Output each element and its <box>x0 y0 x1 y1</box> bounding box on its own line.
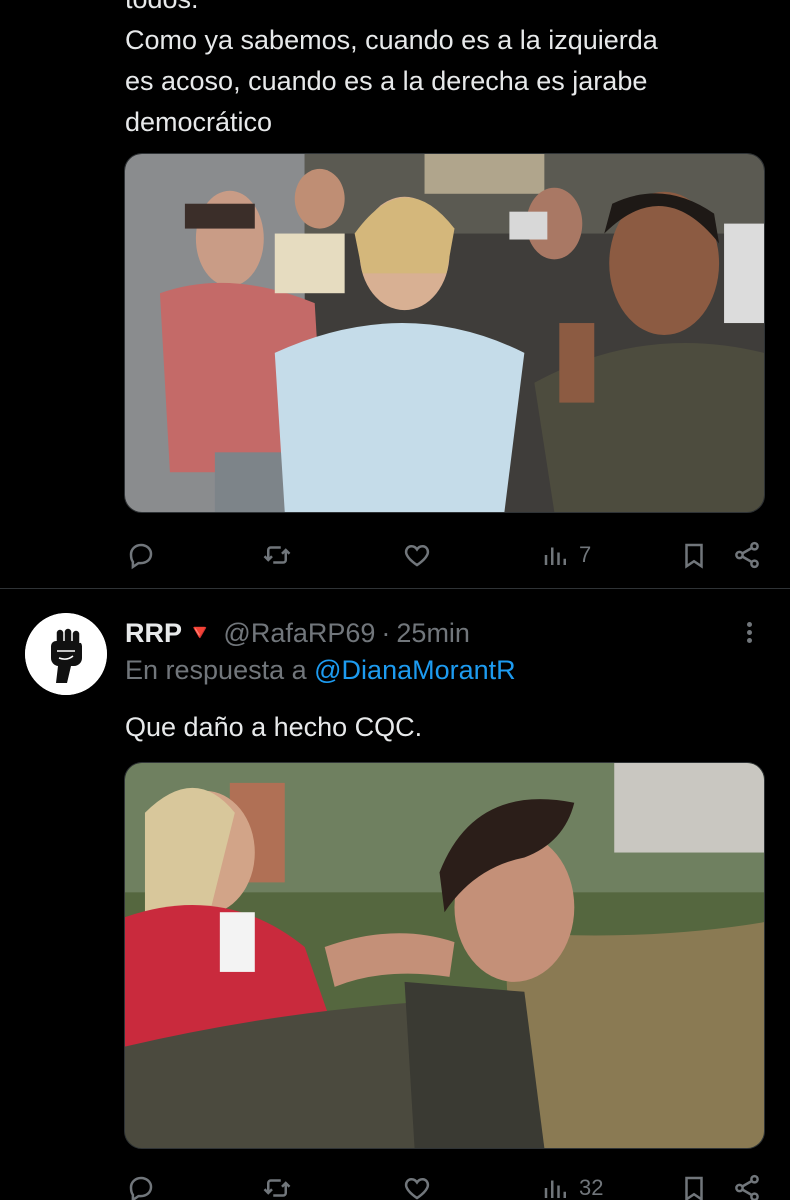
tweet-photo[interactable] <box>124 153 765 513</box>
more-button[interactable] <box>742 619 756 647</box>
avatar[interactable] <box>25 613 107 695</box>
tweet-text: todos. Como ya sabemos, cuando es a la i… <box>125 0 658 137</box>
action-bar: 32 <box>124 1170 764 1200</box>
share-icon <box>735 1174 759 1200</box>
reply-button[interactable] <box>126 537 156 573</box>
tweet-1[interactable]: todos. Como ya sabemos, cuando es a la i… <box>0 0 790 588</box>
like-button[interactable] <box>402 537 432 573</box>
tweet-2[interactable]: RRP 🔻 @RafaRP69 · 25min En respuesta a @… <box>0 589 790 1200</box>
share-icon <box>735 541 759 569</box>
views-count: 32 <box>579 1175 604 1200</box>
like-icon <box>404 544 430 567</box>
views-count: 7 <box>579 542 592 567</box>
reply-context: En respuesta a @DianaMorantR <box>125 655 516 686</box>
views-button[interactable]: 32 <box>541 1170 603 1200</box>
retweet-button[interactable] <box>262 537 292 573</box>
action-bar: 7 <box>124 537 764 573</box>
photo-image <box>125 763 764 1148</box>
more-icon <box>746 622 752 627</box>
like-icon <box>404 1177 430 1200</box>
raised-fist-icon <box>25 613 107 695</box>
reply-icon <box>129 543 153 570</box>
share-button[interactable] <box>732 1170 762 1200</box>
display-name[interactable]: RRP <box>125 618 182 649</box>
reply-button[interactable] <box>126 1170 156 1200</box>
like-button[interactable] <box>402 1170 432 1200</box>
tweet-header: RRP 🔻 @RafaRP69 · 25min <box>125 613 470 653</box>
reply-prefix: En respuesta a <box>125 655 307 685</box>
photo-image <box>125 154 764 512</box>
tweet-text: Que daño a hecho CQC. <box>125 712 423 742</box>
timestamp[interactable]: 25min <box>396 618 470 649</box>
reply-to-link[interactable]: @DianaMorantR <box>314 655 516 685</box>
bookmark-button[interactable] <box>679 537 709 573</box>
views-icon <box>544 1180 566 1198</box>
user-handle[interactable]: @RafaRP69 <box>223 618 375 649</box>
retweet-icon <box>263 546 291 564</box>
views-icon <box>544 547 566 565</box>
reply-icon <box>129 1176 153 1200</box>
retweet-button[interactable] <box>262 1170 292 1200</box>
separator-dot: · <box>381 617 391 648</box>
share-button[interactable] <box>732 537 762 573</box>
bookmark-button[interactable] <box>679 1170 709 1200</box>
bookmark-icon <box>685 543 703 569</box>
views-button[interactable]: 7 <box>541 537 591 573</box>
tweet-photo[interactable] <box>124 762 765 1149</box>
name-emoji: 🔻 <box>186 620 214 645</box>
bookmark-icon <box>685 1176 703 1200</box>
retweet-icon <box>263 1179 291 1197</box>
